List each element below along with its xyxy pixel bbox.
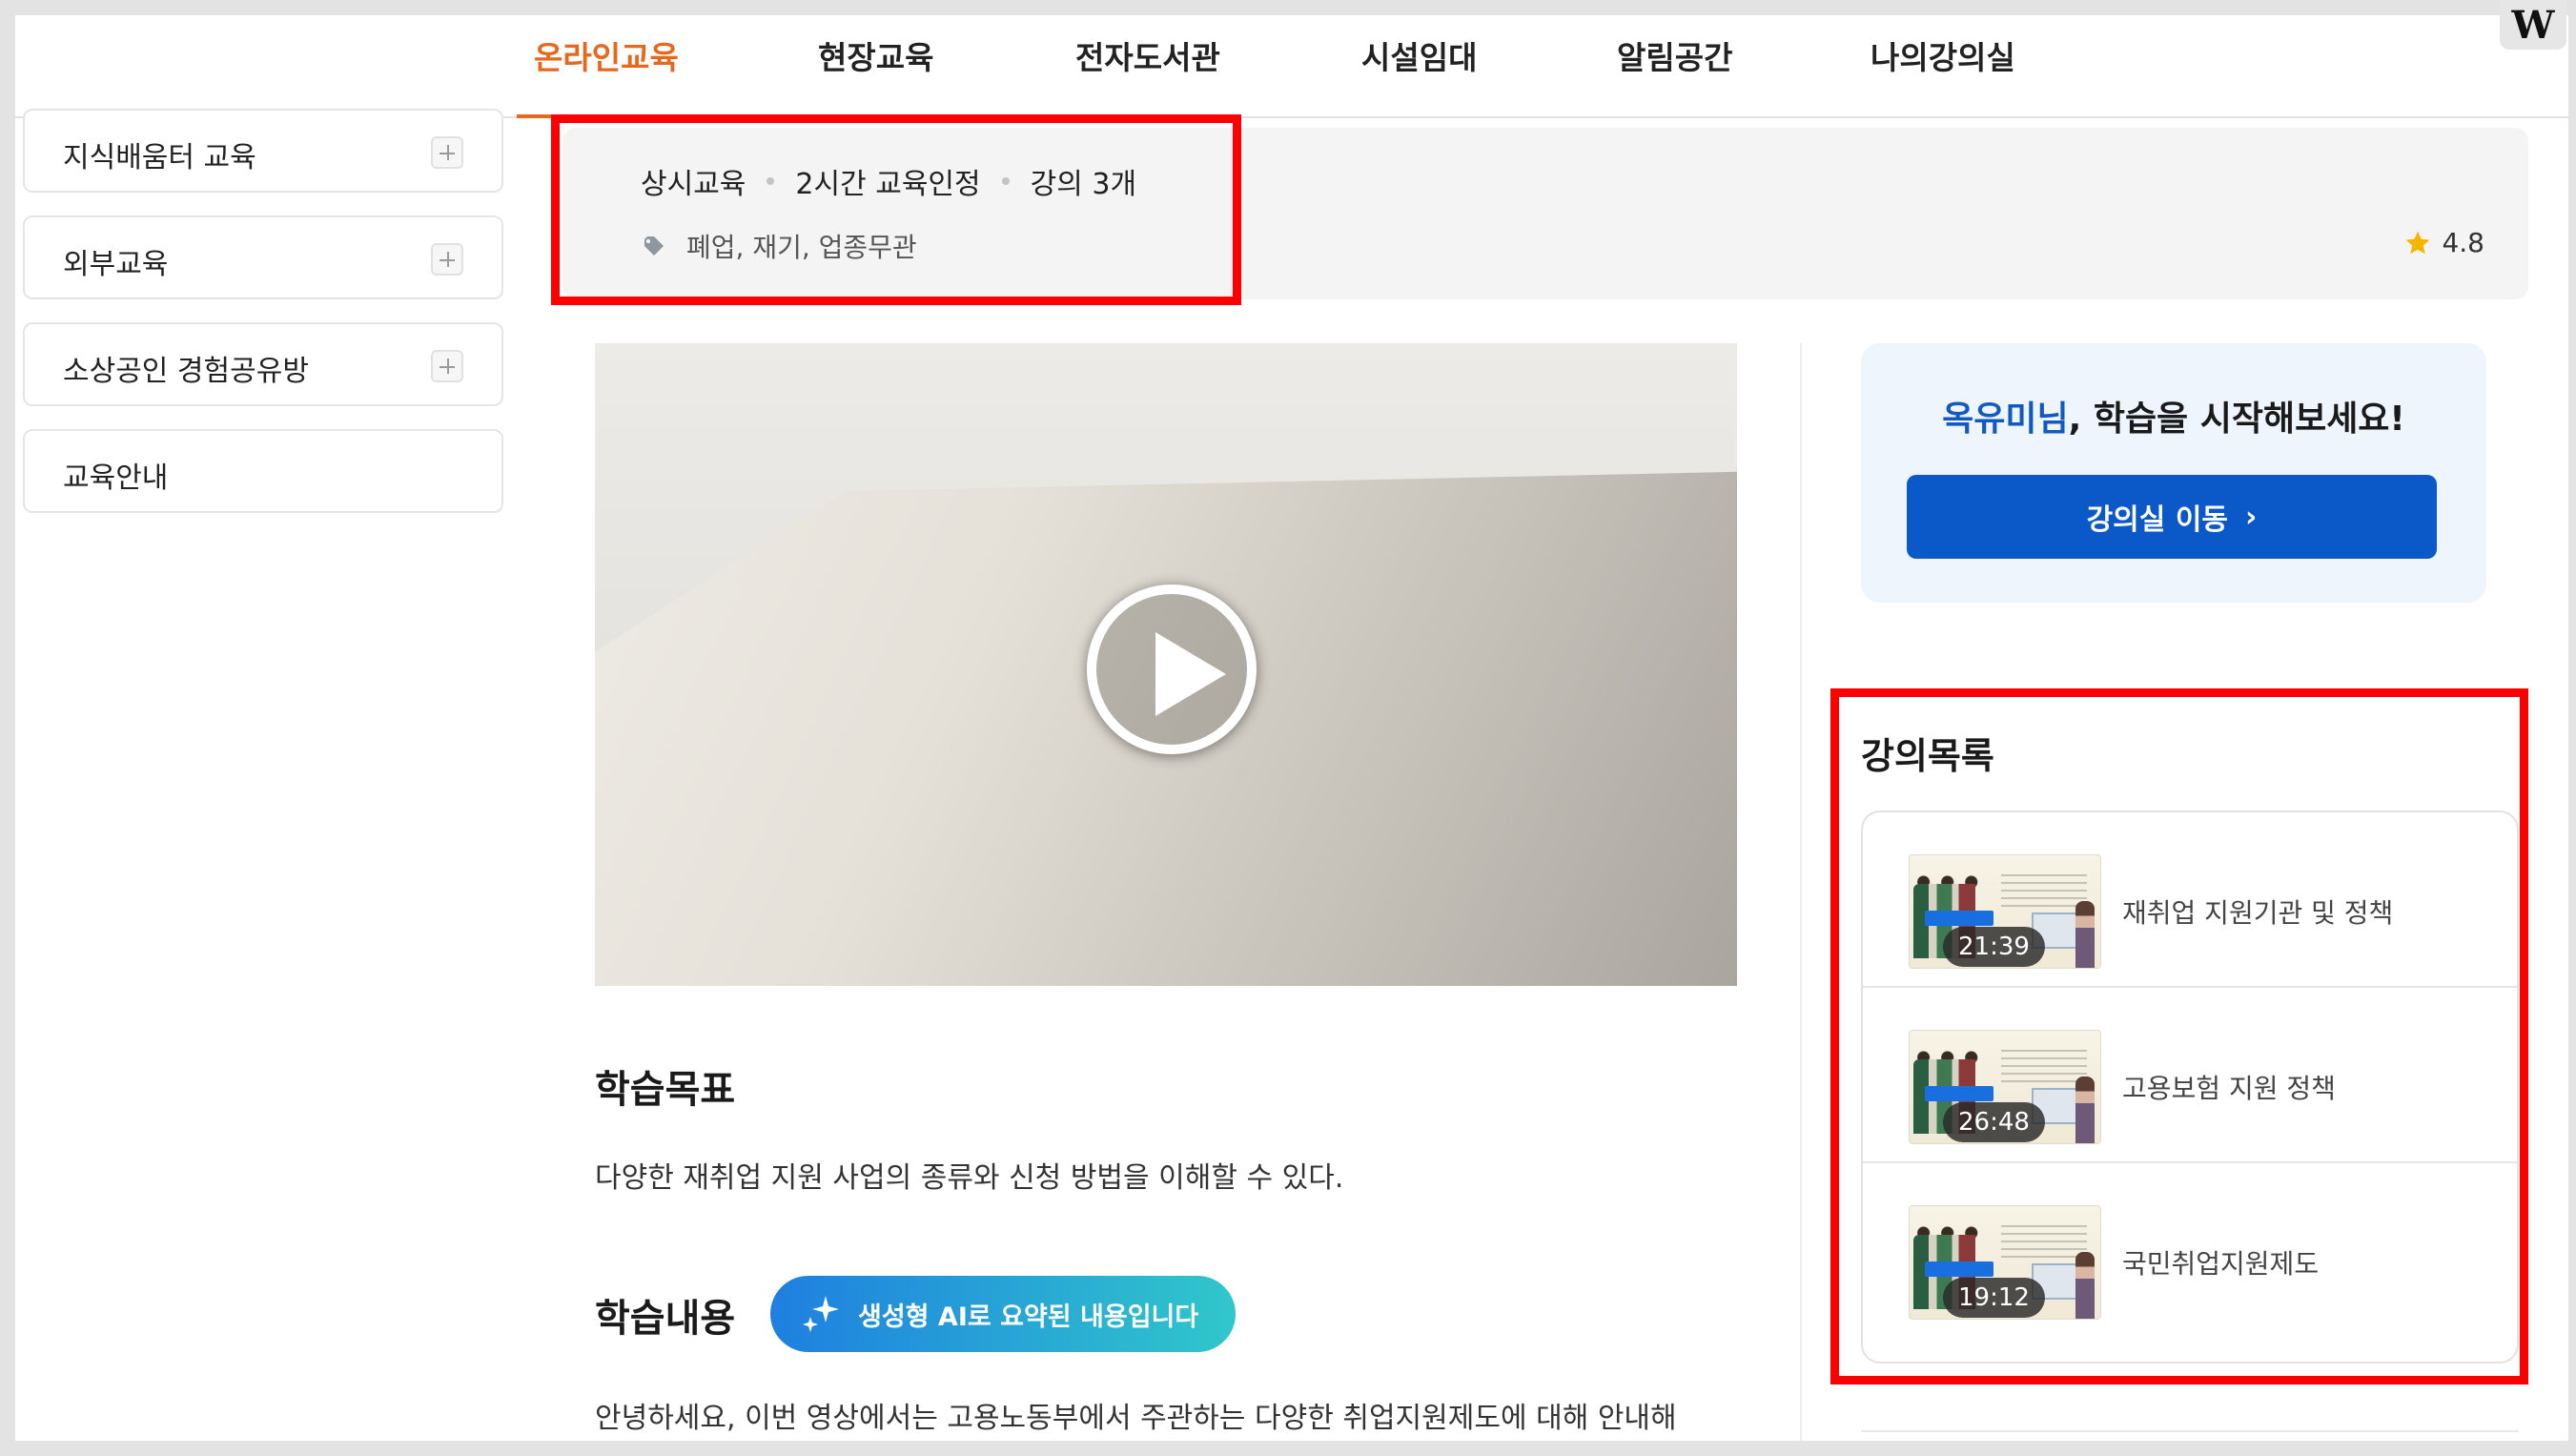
lecture-duration: 26:48 [1943, 1102, 2045, 1142]
play-icon[interactable] [1087, 584, 1257, 754]
video-player[interactable] [595, 343, 1737, 986]
tag-icon [644, 236, 664, 256]
ai-summary-badge: 생성형 AI로 요약된 내용입니다 [770, 1276, 1236, 1352]
extension-badge[interactable]: W [2500, 0, 2566, 50]
lecture-list: 21:39 재취업 지원기관 및 정책 26:48 고용보험 지원 정책 19:… [1861, 810, 2519, 1364]
lecture-title[interactable]: 재취업 지원기관 및 정책 [2122, 892, 2393, 931]
sparkle-icon [803, 1296, 839, 1332]
lecture-title[interactable]: 국민취업지원제도 [2122, 1243, 2319, 1282]
lecture-list-title: 강의목록 [1861, 735, 1994, 777]
nav-online-education[interactable]: 온라인교육 [534, 32, 679, 78]
lecture-duration: 19:12 [1943, 1278, 2045, 1318]
lecture-item[interactable]: 19:12 국민취업지원제도 [1863, 1163, 2517, 1339]
section-divider [1861, 1430, 2519, 1432]
top-nav: 온라인교육 현장교육 전자도서관 시설임대 알림공간 나의강의실 [15, 15, 2568, 118]
star-icon [2405, 231, 2430, 254]
course-meta: 상시교육 2시간 교육인정 강의 3개 [641, 160, 1136, 202]
course-tags-text: 폐업, 재기, 업종무관 [686, 232, 917, 263]
start-learning-card: 옥유미님, 학습을 시작해보세요! 강의실 이동 › [1861, 343, 2486, 603]
nav-active-underline [517, 114, 713, 118]
goals-title: 학습목표 [595, 1068, 736, 1112]
sidebar-item-label: 소상공인 경험공유방 [63, 355, 309, 388]
column-divider [1800, 343, 1802, 1456]
go-to-classroom-label: 강의실 이동 [2086, 503, 2229, 537]
course-type: 상시교육 [641, 168, 746, 201]
nav-facility-rental[interactable]: 시설임대 [1361, 32, 1477, 78]
separator-dot [1001, 177, 1010, 185]
course-lecture-count: 강의 3개 [1030, 168, 1137, 201]
course-credit: 2시간 교육인정 [795, 168, 981, 201]
nav-e-library[interactable]: 전자도서관 [1075, 32, 1220, 78]
plus-icon[interactable] [431, 136, 463, 169]
sidebar-item-knowledge[interactable]: 지식배움터 교육 [23, 109, 503, 193]
sidebar-item-label: 외부교육 [63, 248, 169, 281]
start-title-suffix: , 학습을 시작해보세요! [2068, 400, 2405, 439]
goals-text: 다양한 재취업 지원 사업의 종류와 신청 방법을 이해할 수 있다. [595, 1161, 1344, 1195]
sidebar-item-label: 지식배움터 교육 [63, 141, 256, 174]
lecture-title[interactable]: 고용보험 지원 정책 [2122, 1068, 2336, 1106]
nav-my-classroom[interactable]: 나의강의실 [1871, 32, 2015, 78]
ai-badge-text: 생성형 AI로 요약된 내용입니다 [858, 1302, 1199, 1332]
course-tags: 폐업, 재기, 업종무관 [641, 227, 917, 265]
chevron-right-icon: › [2245, 500, 2258, 534]
course-rating: 4.8 [2403, 227, 2484, 258]
sidebar-item-guide[interactable]: 교육안내 [23, 429, 503, 513]
plus-icon[interactable] [431, 243, 463, 276]
separator-dot [767, 177, 775, 185]
content-text-line: 드립니다. 먼저 국민취업지원제도는 만 15세에서 69세까지의 구직자를 대… [595, 1444, 1663, 1456]
content-title: 학습내용 [595, 1297, 736, 1341]
nav-field-education[interactable]: 현장교육 [818, 32, 933, 78]
nav-notice[interactable]: 알림공간 [1617, 32, 1732, 78]
plus-icon[interactable] [431, 350, 463, 382]
content-text-line: 안녕하세요, 이번 영상에서는 고용노동부에서 주관하는 다양한 취업지원제도에… [595, 1402, 1677, 1435]
sidebar-item-experience[interactable]: 소상공인 경험공유방 [23, 322, 503, 406]
course-info-bar: 상시교육 2시간 교육인정 강의 3개 폐업, 재기, 업종무관 4.8 [562, 128, 2528, 299]
sidebar-item-external[interactable]: 외부교육 [23, 215, 503, 299]
sidebar-item-label: 교육안내 [63, 461, 169, 495]
lecture-duration: 21:39 [1943, 927, 2045, 967]
start-learning-title: 옥유미님, 학습을 시작해보세요! [1861, 391, 2486, 441]
lecture-item[interactable]: 21:39 재취업 지원기관 및 정책 [1863, 812, 2517, 988]
user-name: 옥유미님 [1942, 400, 2069, 439]
lecture-item[interactable]: 26:48 고용보험 지원 정책 [1863, 988, 2517, 1163]
rating-value: 4.8 [2442, 227, 2484, 258]
go-to-classroom-button[interactable]: 강의실 이동 › [1907, 475, 2437, 559]
